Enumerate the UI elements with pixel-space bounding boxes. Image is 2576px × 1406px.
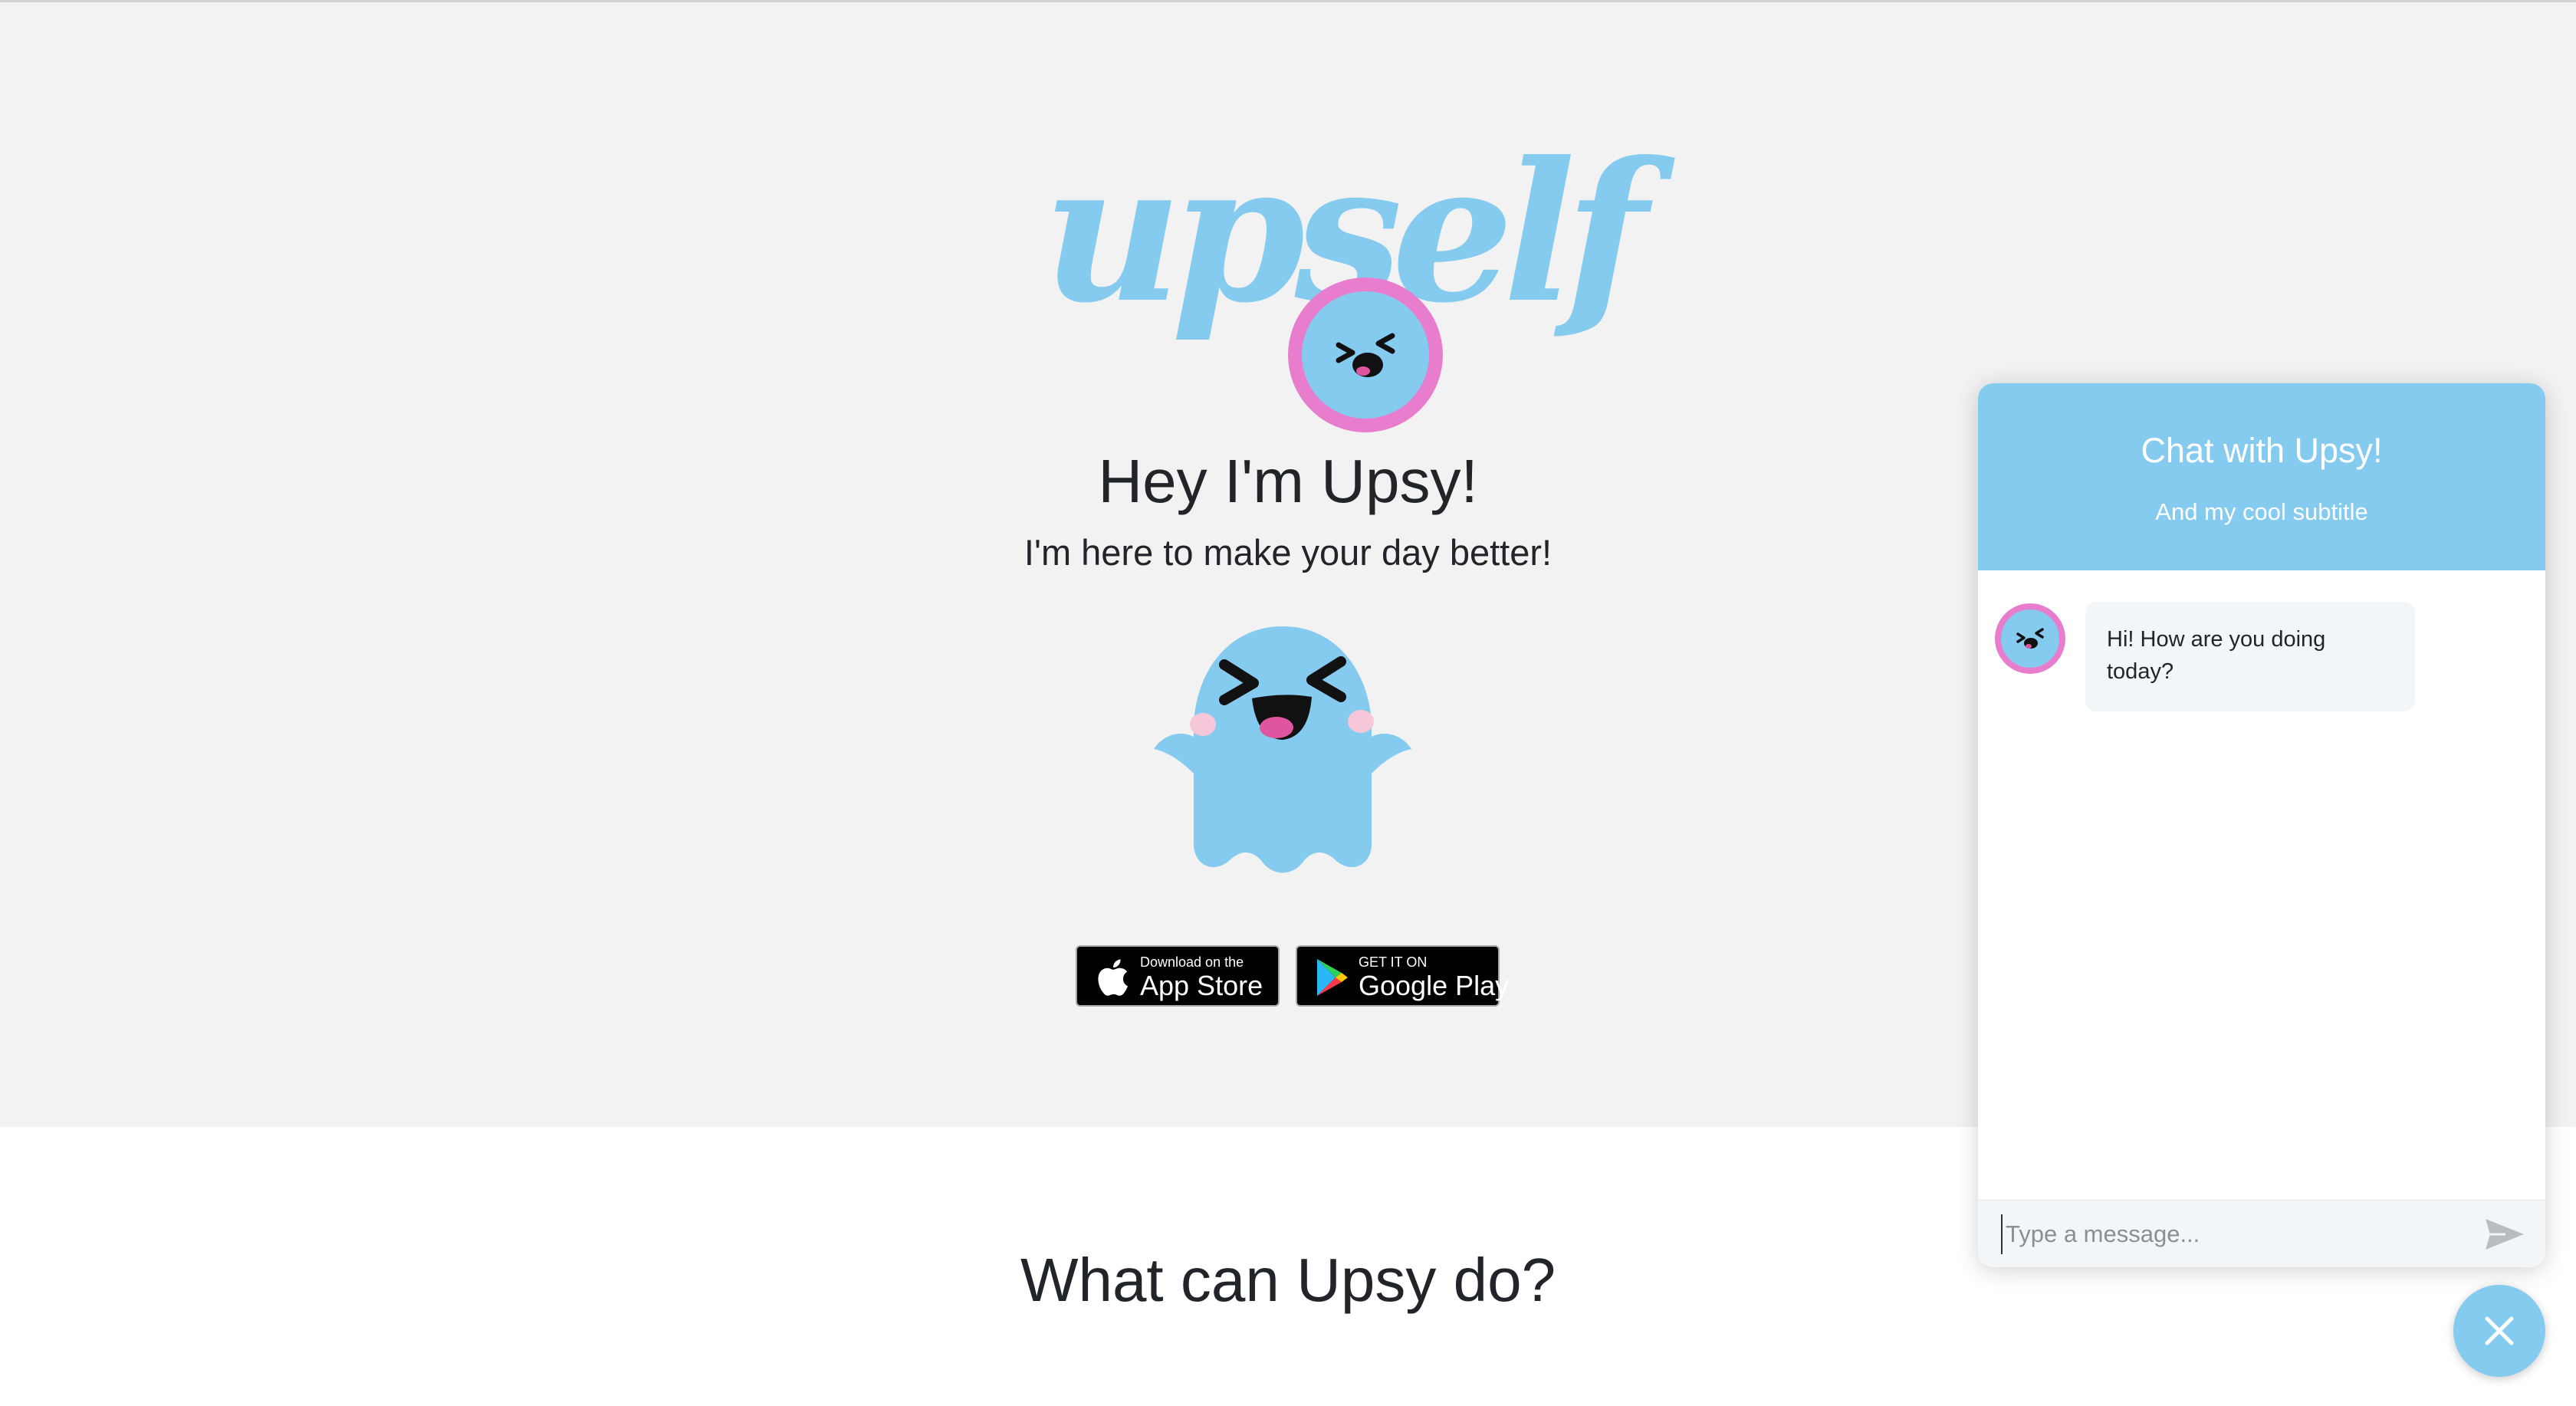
close-chat-button[interactable] (2453, 1285, 2545, 1377)
ghost-mascot-icon (1154, 626, 1411, 873)
upself-logo: upself (1027, 117, 1648, 439)
chat-message: Hi! How are you doing today? (2085, 602, 2415, 711)
google-play-button[interactable]: GET IT ON Google Play (1296, 945, 1509, 1007)
close-icon (2485, 1316, 2514, 1345)
apple-icon (1098, 959, 1128, 996)
play-store-icon (1317, 959, 1348, 996)
send-icon[interactable] (2482, 1216, 2527, 1253)
chat-header: Chat with Upsy! And my cool subtitle (1978, 383, 2545, 570)
message-input[interactable] (2001, 1214, 2469, 1254)
chat-subtitle: And my cool subtitle (2155, 498, 2368, 525)
google-play-small-label: GET IT ON (1359, 954, 1428, 970)
upsy-avatar-icon (1995, 603, 2065, 674)
app-store-button[interactable]: Download on the App Store (1076, 945, 1280, 1007)
chat-widget: Chat with Upsy! And my cool subtitle Hi!… (1978, 383, 2545, 1267)
app-store-label: App Store (1140, 970, 1263, 1001)
google-play-label: Google Play (1359, 970, 1510, 1001)
app-store-small-label: Download on the (1140, 954, 1244, 970)
logo-avatar-icon (1288, 278, 1443, 432)
chat-input-bar (1978, 1200, 2545, 1267)
chat-title: Chat with Upsy! (2141, 431, 2383, 470)
